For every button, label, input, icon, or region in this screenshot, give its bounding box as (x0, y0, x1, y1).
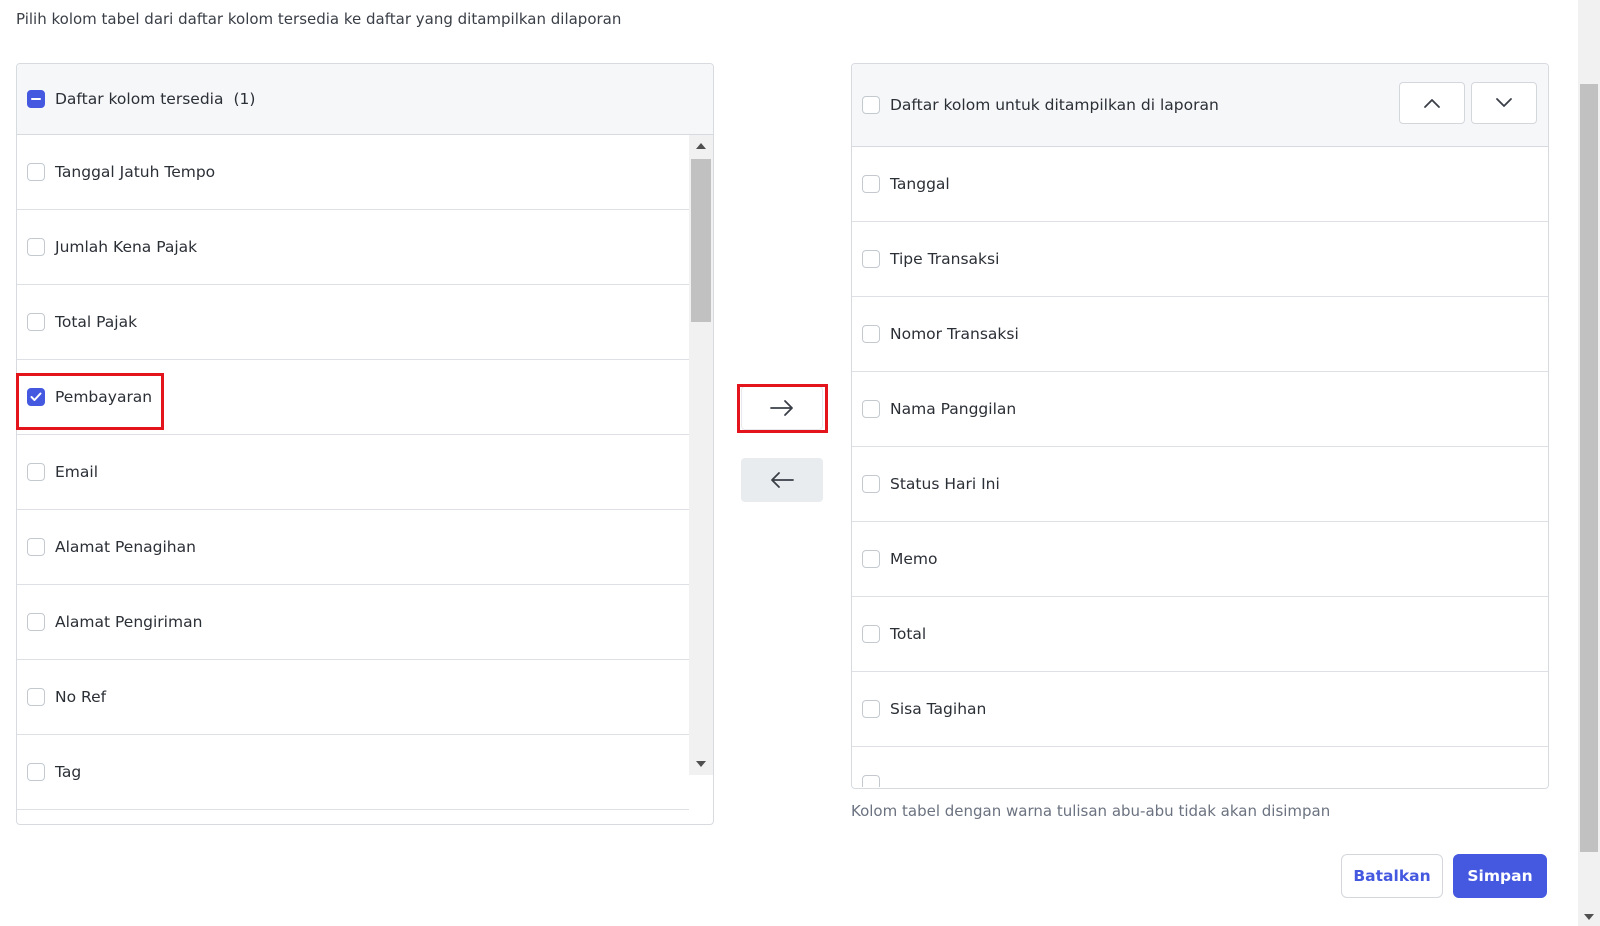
displayed-column-row[interactable]: Total (852, 597, 1548, 672)
available-column-row-label: Total Pajak (55, 313, 138, 331)
displayed-column-row-checkbox[interactable] (862, 625, 880, 643)
displayed-column-row-label: Tipe Transaksi (890, 250, 1000, 268)
available-column-row[interactable]: Pembayaran (17, 360, 689, 435)
available-column-row-checkbox[interactable] (27, 613, 45, 631)
available-select-all-checkbox[interactable] (27, 90, 45, 108)
available-column-row[interactable]: Tag (17, 735, 689, 810)
scroll-down-icon[interactable] (696, 761, 706, 767)
available-column-row-checkbox[interactable] (27, 163, 45, 181)
grey-columns-note: Kolom tabel dengan warna tulisan abu-abu… (851, 802, 1331, 820)
available-column-row-checkbox[interactable] (27, 763, 45, 781)
available-column-row-label: Email (55, 463, 99, 481)
checkmark-icon (30, 392, 42, 401)
displayed-column-row-label: Tanggal (890, 175, 950, 193)
move-right-button[interactable] (741, 386, 823, 430)
move-up-button[interactable] (1399, 82, 1465, 124)
displayed-column-row[interactable]: Status Hari Ini (852, 447, 1548, 522)
available-column-row-checkbox[interactable] (27, 463, 45, 481)
available-column-row[interactable]: Alamat Pengiriman (17, 585, 689, 660)
displayed-column-row[interactable]: Nama Panggilan (852, 372, 1548, 447)
arrow-right-icon (770, 400, 793, 416)
displayed-column-row[interactable]: Sisa Tagihan (852, 672, 1548, 747)
displayed-column-row-label: Status Hari Ini (890, 475, 1000, 493)
available-column-row-checkbox[interactable] (27, 238, 45, 256)
displayed-column-row-checkbox[interactable] (862, 175, 880, 193)
displayed-column-row-checkbox[interactable] (862, 475, 880, 493)
displayed-select-all-checkbox[interactable] (862, 96, 880, 114)
instruction-text: Pilih kolom tabel dari daftar kolom ters… (16, 10, 622, 28)
available-column-row-label: Jumlah Kena Pajak (55, 238, 198, 256)
available-column-row-label: Tag (55, 763, 82, 781)
available-column-row-checkbox[interactable] (27, 388, 45, 406)
displayed-column-row-checkbox[interactable] (862, 325, 880, 343)
displayed-column-row-label: Total (890, 625, 927, 643)
page-scrollbar-thumb[interactable] (1580, 84, 1598, 852)
available-list-scrollbar[interactable] (689, 135, 713, 775)
available-column-row-checkbox[interactable] (27, 688, 45, 706)
available-column-row-checkbox[interactable] (27, 313, 45, 331)
displayed-column-row[interactable]: Memo (852, 522, 1548, 597)
available-column-row-label: Alamat Penagihan (55, 538, 196, 556)
displayed-column-row-checkbox[interactable] (862, 400, 880, 418)
displayed-column-row-checkbox[interactable] (862, 250, 880, 268)
displayed-columns-title: Daftar kolom untuk ditampilkan di lapora… (890, 96, 1219, 114)
scrollbar-thumb[interactable] (691, 159, 711, 322)
page-scrollbar[interactable] (1578, 0, 1600, 926)
displayed-column-row[interactable] (852, 747, 1548, 787)
save-button[interactable]: Simpan (1453, 854, 1547, 898)
available-column-row-label: Tanggal Jatuh Tempo (55, 163, 216, 181)
available-column-row[interactable]: Tanggal Jatuh Tempo (17, 135, 689, 210)
displayed-column-row-label: Nomor Transaksi (890, 325, 1019, 343)
available-column-row[interactable]: Total Pajak (17, 285, 689, 360)
available-columns-header: Daftar kolom tersedia (1) (17, 64, 713, 135)
available-column-row[interactable]: Email (17, 435, 689, 510)
available-columns-list: Tanggal Jatuh Tempo Jumlah Kena Pajak Tota… (17, 135, 689, 824)
available-column-row-checkbox[interactable] (27, 538, 45, 556)
available-column-row-label: No Ref (55, 688, 107, 706)
page-scroll-down-icon[interactable] (1584, 914, 1594, 920)
cancel-button[interactable]: Batalkan (1341, 854, 1443, 898)
available-column-row[interactable]: Jumlah Kena Pajak (17, 210, 689, 285)
move-down-button[interactable] (1471, 82, 1537, 124)
displayed-column-row-checkbox[interactable] (862, 550, 880, 568)
move-left-button[interactable] (741, 458, 823, 502)
displayed-column-row-checkbox[interactable] (862, 700, 880, 718)
scroll-up-icon[interactable] (696, 143, 706, 149)
available-columns-panel: Daftar kolom tersedia (1) Tanggal Jatuh … (16, 63, 714, 825)
displayed-column-row[interactable]: Nomor Transaksi (852, 297, 1548, 372)
displayed-column-row[interactable]: Tipe Transaksi (852, 222, 1548, 297)
available-selected-count: (1) (233, 90, 256, 108)
displayed-column-row-label: Nama Panggilan (890, 400, 1017, 418)
displayed-column-row-label: Sisa Tagihan (890, 700, 987, 718)
displayed-columns-panel: Daftar kolom untuk ditampilkan di lapora… (851, 63, 1549, 789)
chevron-up-icon (1424, 99, 1440, 108)
chevron-down-icon (1496, 98, 1512, 107)
displayed-columns-list: Tanggal Tipe Transaksi Nomor Transaksi Nama… (852, 147, 1548, 787)
available-column-row[interactable]: No Ref (17, 660, 689, 735)
displayed-columns-header: Daftar kolom untuk ditampilkan di lapora… (852, 64, 1548, 147)
available-column-row-label: Pembayaran (55, 388, 153, 406)
available-column-row-label: Alamat Pengiriman (55, 613, 203, 631)
displayed-column-row-label: Memo (890, 550, 938, 568)
arrow-left-icon (771, 472, 794, 488)
displayed-column-row[interactable]: Tanggal (852, 147, 1548, 222)
available-columns-title: Daftar kolom tersedia (55, 90, 224, 108)
displayed-column-row-checkbox[interactable] (862, 775, 880, 787)
available-column-row[interactable]: Alamat Penagihan (17, 510, 689, 585)
